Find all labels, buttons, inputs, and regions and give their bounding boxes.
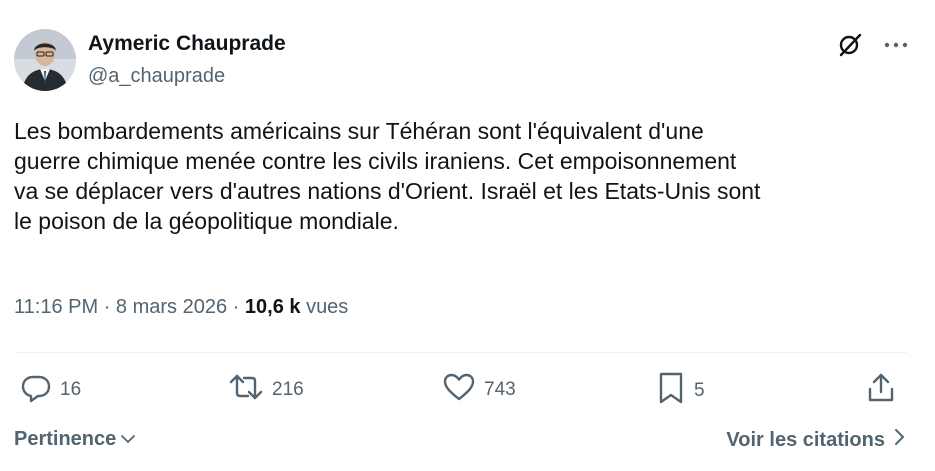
author-display-name[interactable]: Aymeric Chauprade [88,32,286,56]
divider [14,352,907,353]
tweet-text-line: va se déplacer vers d'autres nations d'O… [14,178,761,204]
like-button[interactable]: 743 [442,371,516,409]
grok-icon[interactable] [837,32,863,58]
tweet-header-actions [837,32,909,58]
reply-count: 16 [60,379,82,400]
heart-icon [442,371,476,409]
bookmark-count: 5 [694,380,705,401]
tweet-text-line: Les bombardements américains sur Téhéran… [14,118,704,144]
tweet-time[interactable]: 11:16 PM [14,296,98,318]
meta-separator: · [232,296,240,318]
bookmark-button[interactable]: 5 [656,371,705,411]
tweet-actions: 16 216 743 5 [14,371,907,411]
views-count[interactable]: 10,6 k [245,296,301,318]
repost-count: 216 [272,379,304,400]
repost-button[interactable]: 216 [228,371,304,409]
share-button[interactable] [866,371,896,411]
tweet-text-line: le poison de la géopolitique mondiale. [14,208,399,234]
sort-label: Pertinence [14,428,117,450]
chevron-right-icon [893,428,905,452]
chevron-down-icon [120,428,136,451]
author-handle[interactable]: @a_chauprade [88,65,225,88]
bookmark-icon [656,371,686,411]
sort-dropdown[interactable]: Pertinence [14,428,136,451]
share-icon [866,371,896,411]
like-count: 743 [484,379,516,400]
avatar[interactable] [14,29,76,91]
more-icon[interactable] [883,40,909,50]
tweet-meta: 11:16 PM · 8 mars 2026 · 10,6 k vues [14,296,348,319]
repost-icon [228,371,264,409]
reply-button[interactable]: 16 [20,371,81,409]
views-label: vues [306,296,349,318]
meta-separator: · [103,296,111,318]
reply-icon [20,371,52,409]
view-quotes-link[interactable]: Voir les citations [726,428,905,452]
tweet-text: Les bombardements américains sur Téhéran… [14,116,914,236]
tweet-date[interactable]: 8 mars 2026 [116,296,227,318]
tweet-text-line: guerre chimique menée contre les civils … [14,148,737,174]
view-quotes-label: Voir les citations [726,428,885,451]
